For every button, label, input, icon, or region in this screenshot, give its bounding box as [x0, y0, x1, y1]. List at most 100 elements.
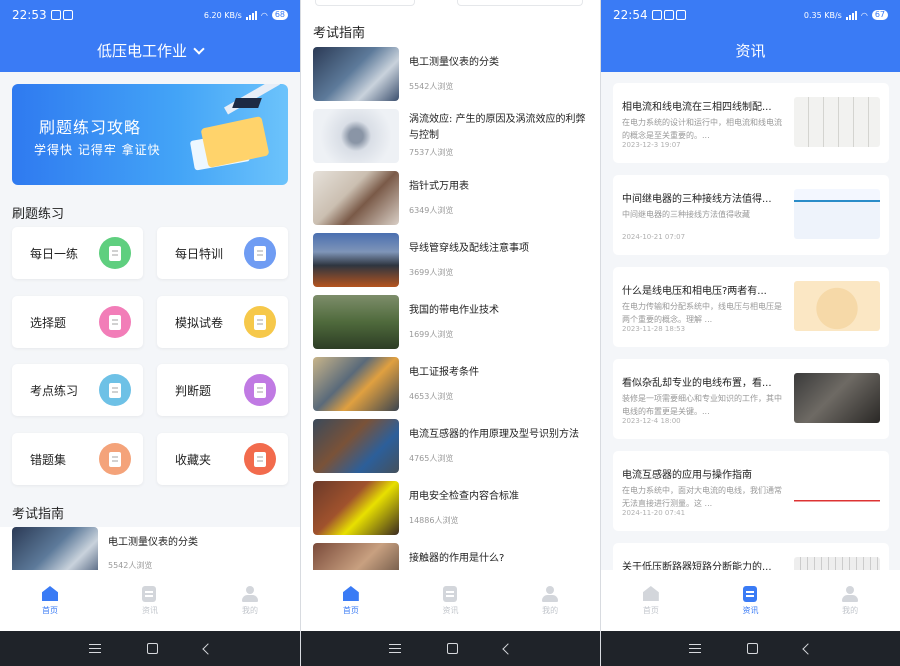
list-item[interactable]: 指针式万用表 6349人浏览 — [301, 171, 600, 233]
card-label: 选择题 — [30, 315, 67, 330]
view-count: 3699人浏览 — [409, 268, 454, 277]
page-title: 资讯 — [735, 42, 766, 60]
article-title: 指针式万用表 — [409, 181, 469, 192]
tab-news[interactable]: 资讯 — [401, 570, 501, 631]
news-card[interactable]: 相电流和线电流在三相四线制配... 在电力系统的设计和运行中，相电流和线电流的概… — [613, 83, 889, 163]
news-icon — [742, 586, 757, 602]
subject-selector[interactable]: 低压电工作业 — [0, 40, 300, 61]
list-item[interactable]: 电流互感器的作用原理及型号识别方法 4765人浏览 — [301, 419, 600, 481]
article-title: 接触器的作用是什么? — [409, 553, 505, 564]
home-square-icon[interactable] — [146, 643, 158, 654]
news-icon — [142, 586, 156, 602]
list-item[interactable]: 用电安全检查内容合标准 14886人浏览 — [301, 481, 600, 543]
news-summary: 中间继电器的三种接线方法值得收藏 — [622, 210, 750, 219]
promo-banner[interactable]: 刷题练习攻略 学得快 记得牢 拿证快 — [12, 84, 288, 185]
home-square-icon[interactable] — [447, 643, 458, 654]
tab-mine[interactable]: 我的 — [200, 570, 300, 631]
notification-icon — [651, 10, 662, 20]
view-count: 7537人浏览 — [409, 148, 454, 157]
practice-card-mistakes[interactable]: 错题集 — [12, 433, 143, 485]
article-title: 用电安全检查内容合标准 — [409, 491, 519, 502]
back-icon[interactable] — [201, 642, 214, 655]
news-card[interactable]: 中间继电器的三种接线方法值得... 中间继电器的三种接线方法值得收藏 2024-… — [613, 175, 889, 255]
article-thumbnail — [313, 109, 399, 163]
news-icon — [442, 586, 457, 602]
battery-badge: 68 — [271, 10, 288, 20]
article-title: 涡流效应: 产生的原因及涡流效应的利弊与控制 — [409, 114, 586, 141]
network-speed: 6.20 KB/s — [203, 10, 242, 20]
news-title: 中间继电器的三种接线方法值得... — [622, 194, 772, 205]
article-thumbnail — [313, 233, 399, 287]
news-thumbnail — [794, 281, 880, 331]
news-date: 2023-11-28 18:53 — [622, 325, 686, 333]
article-thumbnail — [313, 295, 399, 349]
tab-mine[interactable]: 我的 — [800, 570, 900, 631]
news-thumbnail — [794, 97, 880, 147]
practice-card-favorites[interactable]: 收藏夹 — [157, 433, 288, 485]
tab-news[interactable]: 资讯 — [100, 570, 200, 631]
chat-icon — [663, 10, 674, 20]
news-summary: 在电力传输和分配系统中，线电压与相电压是两个重要的概念。理解 ... — [622, 302, 782, 324]
news-card[interactable]: 电流互感器的应用与操作指南 在电力系统中，面对大电流的电线，我们通常无法直接进行… — [613, 451, 889, 531]
back-icon[interactable] — [802, 642, 814, 655]
news-date: 2024-11-20 07:41 — [622, 509, 686, 517]
list-item[interactable]: 电工测量仪表的分类 5542人浏览 — [0, 527, 300, 581]
practice-card-daily[interactable]: 每日一练 — [12, 227, 143, 279]
card-label: 模拟试卷 — [175, 315, 224, 330]
list-item[interactable]: 电工证报考条件 4653人浏览 — [301, 357, 600, 419]
message-icon — [675, 10, 686, 20]
scrolled-card-edge — [315, 0, 415, 6]
status-bar: 22:54 0.35 KB/s ◠ 67 — [601, 0, 900, 30]
home-square-icon[interactable] — [747, 643, 758, 654]
bottom-tabbar: 首页 资讯 我的 — [301, 570, 600, 631]
tab-home[interactable]: 首页 — [601, 570, 701, 631]
article-title: 电流互感器的作用原理及型号识别方法 — [409, 429, 579, 440]
book-icon — [99, 443, 131, 475]
practice-card-points[interactable]: 考点练习 — [12, 364, 143, 416]
signal-icon — [845, 10, 857, 20]
practice-card-mock[interactable]: 模拟试卷 — [157, 296, 288, 348]
news-card[interactable]: 看似杂乱却专业的电线布置，看... 装修是一项需要细心和专业知识的工作，其中电线… — [613, 359, 889, 439]
news-thumbnail — [794, 557, 880, 570]
menu-icon[interactable] — [389, 644, 401, 653]
card-label: 每日一练 — [30, 246, 79, 261]
pen-doc-icon — [99, 374, 131, 406]
wifi-icon: ◠ — [860, 10, 868, 20]
doc-icon — [244, 374, 276, 406]
card-label: 错题集 — [30, 452, 67, 467]
list-item[interactable]: 导线管穿线及配线注意事项 3699人浏览 — [301, 233, 600, 295]
status-time: 22:53 — [12, 8, 47, 22]
list-item[interactable]: 电工测量仪表的分类 5542人浏览 — [301, 47, 600, 109]
list-icon — [99, 306, 131, 338]
list-item[interactable]: 接触器的作用是什么? — [301, 543, 600, 570]
news-card[interactable]: 什么是线电压和相电压?两者有... 在电力传输和分配系统中，线电压与相电压是两个… — [613, 267, 889, 347]
tab-home[interactable]: 首页 — [0, 570, 100, 631]
practice-card-choice[interactable]: 选择题 — [12, 296, 143, 348]
notebook-icon — [99, 237, 131, 269]
list-item[interactable]: 涡流效应: 产生的原因及涡流效应的利弊与控制 7537人浏览 — [301, 109, 600, 171]
tab-label: 首页 — [642, 606, 659, 615]
news-card[interactable]: 关于低压断路器短路分断能力的... — [613, 543, 889, 570]
bottom-tabbar: 首页 资讯 我的 — [601, 570, 900, 631]
tab-mine[interactable]: 我的 — [500, 570, 600, 631]
back-icon[interactable] — [502, 642, 514, 655]
tab-home[interactable]: 首页 — [301, 570, 401, 631]
practice-card-special[interactable]: 每日特训 — [157, 227, 288, 279]
scrolled-card-edge — [457, 0, 583, 6]
view-count: 4653人浏览 — [409, 392, 454, 401]
list-item[interactable]: 我国的带电作业技术 1699人浏览 — [301, 295, 600, 357]
graduation-cap-icon — [232, 98, 262, 108]
guide-section-title: 考试指南 — [12, 507, 65, 522]
practice-section-title: 刷题练习 — [12, 207, 65, 222]
tab-label: 首页 — [42, 606, 58, 615]
status-time: 22:54 — [613, 8, 648, 22]
card-label: 考点练习 — [30, 383, 79, 398]
home-icon — [42, 586, 58, 601]
menu-icon[interactable] — [689, 644, 701, 653]
practice-card-judge[interactable]: 判断题 — [157, 364, 288, 416]
article-thumbnail — [313, 357, 399, 411]
menu-icon[interactable] — [88, 644, 101, 653]
screens: 22:53 6.20 KB/s ◠ 68 低压电工作业 刷题练习攻略 学得快 记… — [0, 0, 900, 666]
tab-news[interactable]: 资讯 — [701, 570, 801, 631]
news-summary: 装修是一项需要细心和专业知识的工作，其中电线的布置更是关键。... — [622, 394, 782, 416]
